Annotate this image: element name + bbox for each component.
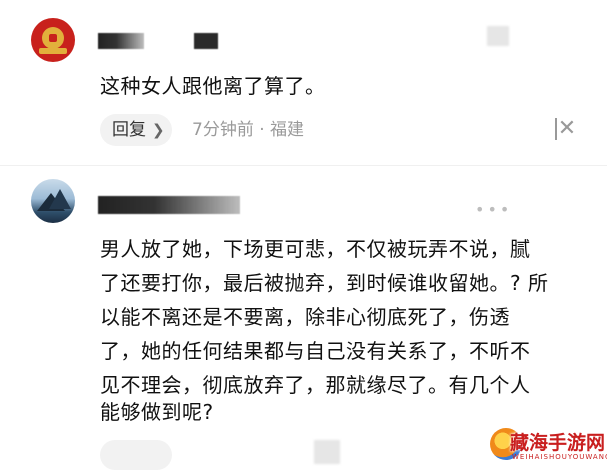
comment-text: 这种女人跟他离了算了。 (100, 74, 326, 98)
close-icon[interactable]: ✕ (556, 117, 578, 141)
like-area-redacted (487, 26, 509, 46)
watermark-subtitle: WEIHAISHOUYOUWANG (512, 453, 607, 461)
reply-button[interactable] (100, 440, 172, 470)
close-icon-bar (555, 118, 557, 140)
divider (0, 165, 607, 166)
username-redacted[interactable] (98, 196, 240, 214)
avatar[interactable] (31, 18, 75, 62)
username-redacted-tail (194, 33, 218, 49)
comment-line: 了还要打你，最后被抛弃，到时候谁收留她。? 所 (100, 271, 549, 295)
avatar[interactable] (31, 179, 75, 223)
emblem-icon (42, 27, 64, 49)
comment-line: 了，她的任何结果都与自己没有关系了，不听不 (100, 339, 531, 363)
comment-line: 以能不离还是不要离，除非心彻底死了，伤透 (100, 305, 510, 329)
more-dots-icon[interactable]: ••• (475, 200, 512, 219)
chevron-right-icon: ❯ (152, 121, 165, 139)
username-redacted[interactable] (98, 33, 144, 49)
reply-button[interactable]: 回复 ❯ (100, 114, 172, 146)
emblem-base (39, 48, 67, 54)
avatar-mountain (49, 189, 71, 209)
reply-label: 回复 (112, 120, 146, 140)
comment-meta: 7分钟前 · 福建 (192, 120, 305, 140)
like-area-redacted (314, 440, 340, 464)
comment-line: 能够做到呢? (100, 400, 214, 424)
comment-line: 男人放了她，下场更可悲，不仅被玩弄不说，腻 (100, 237, 531, 261)
